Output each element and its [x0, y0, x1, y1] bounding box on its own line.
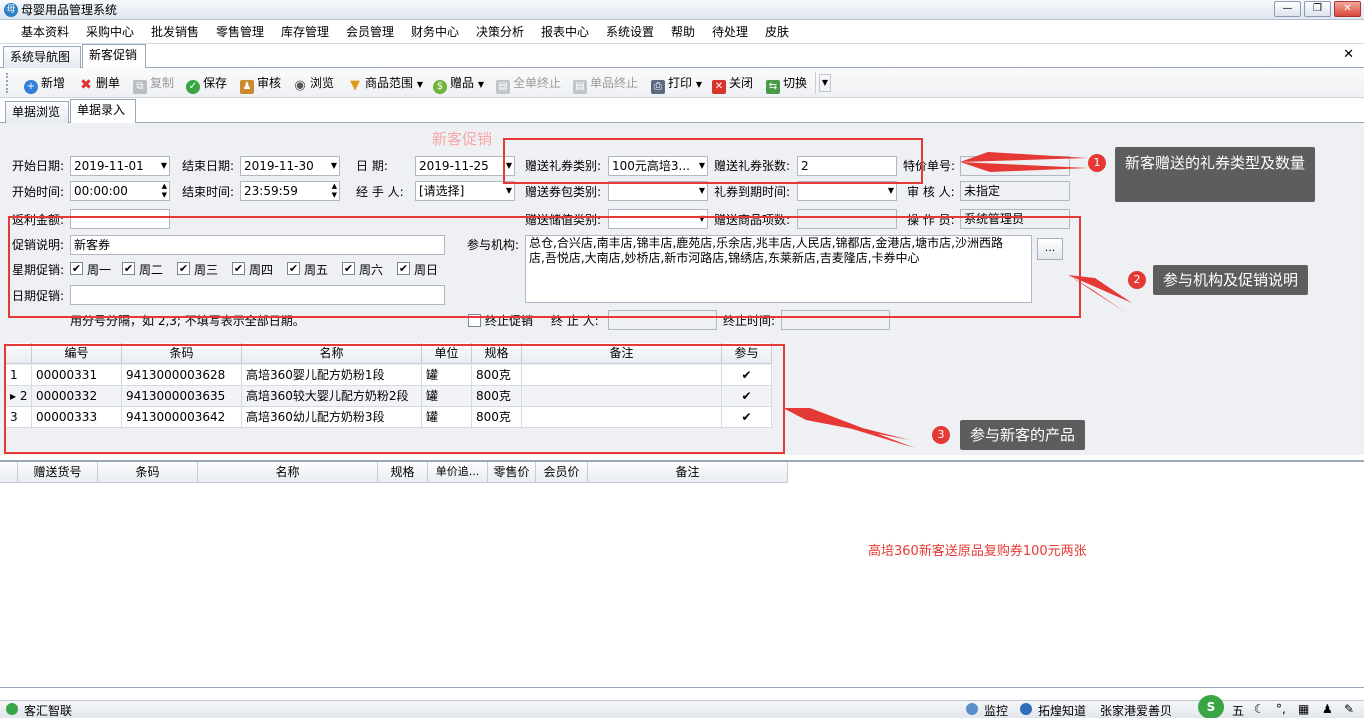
annotation-number-2: 2	[1128, 271, 1146, 289]
callout-products: 参与新客的产品	[960, 420, 1086, 450]
annotation-arrows	[783, 152, 1132, 448]
callout-coupon: 新客赠送的礼券类型及数量	[1115, 147, 1316, 202]
callout-orgs: 参与机构及促销说明	[1153, 265, 1309, 295]
arrow-1	[960, 152, 1088, 162]
annotation-number-3: 3	[932, 426, 950, 444]
arrow-2	[1068, 275, 1132, 303]
arrow-1-tail	[960, 162, 1088, 172]
annotation-number-1: 1	[1088, 154, 1106, 172]
